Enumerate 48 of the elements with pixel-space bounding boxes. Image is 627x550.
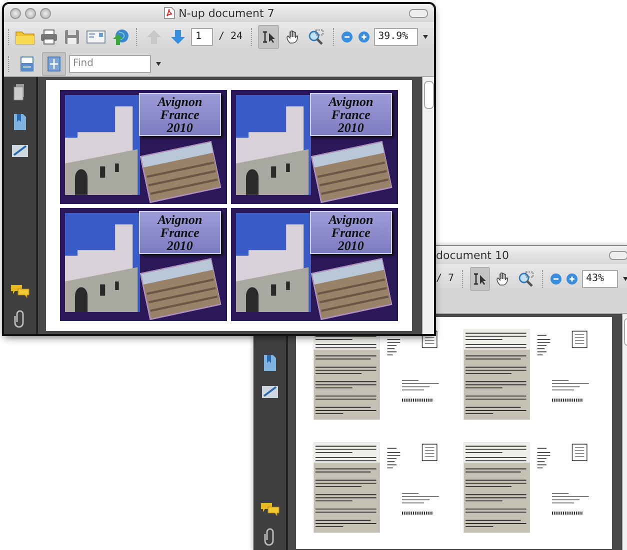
zoom-field[interactable]: 43% [582,270,618,288]
caption-text: 2010 [338,121,364,134]
caption-text: 2010 [166,238,193,252]
caption-text: Avignon [328,212,374,226]
hand-icon [494,270,511,286]
select-tool-button[interactable] [470,266,490,290]
caption-text: France [160,226,200,238]
caption-text: Avignon [158,212,202,226]
zoom-in-button[interactable] [357,28,372,44]
caption-text: France [331,108,370,121]
zoom-menu-caret-icon[interactable] [421,32,430,40]
fit-width-icon [20,56,34,72]
find-menu-caret-icon[interactable] [154,60,163,68]
pdf-file-icon [164,7,175,19]
signature-icon[interactable] [11,143,29,159]
comments-icon[interactable] [10,284,30,298]
page-count: / 7 [436,273,454,284]
window-title: N-up document 7 [178,6,274,20]
find-field[interactable]: Find [69,54,151,72]
caption-text: 2010 [166,121,193,134]
page-number-field[interactable]: 1 [191,28,214,46]
text-cursor-icon [472,272,488,286]
bookmark-icon[interactable] [263,354,277,372]
page-count: / 24 [218,31,243,42]
paperclip-icon[interactable] [13,310,27,328]
zoom-in-button[interactable] [566,270,579,286]
hand-icon [284,28,301,44]
toolbar-toggle-button[interactable] [609,250,627,260]
text-cursor-icon [260,30,277,44]
pages-icon[interactable] [13,83,27,101]
window-title: document 10 [436,248,509,262]
caption-text: France [331,226,370,238]
zoom-out-button[interactable] [549,270,563,286]
fit-page-icon [47,56,61,72]
toolbar-toggle-button[interactable] [409,8,428,18]
paperclip-icon[interactable] [263,528,277,546]
signature-icon[interactable] [261,384,279,400]
caption-text: Avignon [328,95,374,108]
bookmark-icon[interactable] [13,113,27,131]
scrollbar[interactable] [422,77,434,334]
caption-text: 2010 [338,238,364,252]
comments-icon[interactable] [260,502,280,516]
caption-text: Avignon [158,95,202,108]
fit-page-button[interactable] [42,52,66,76]
zoom-field[interactable]: 39.9% [374,28,418,46]
select-tool-button[interactable] [258,24,280,48]
zoom-out-button[interactable] [340,28,354,44]
caption-text: France [160,108,200,121]
